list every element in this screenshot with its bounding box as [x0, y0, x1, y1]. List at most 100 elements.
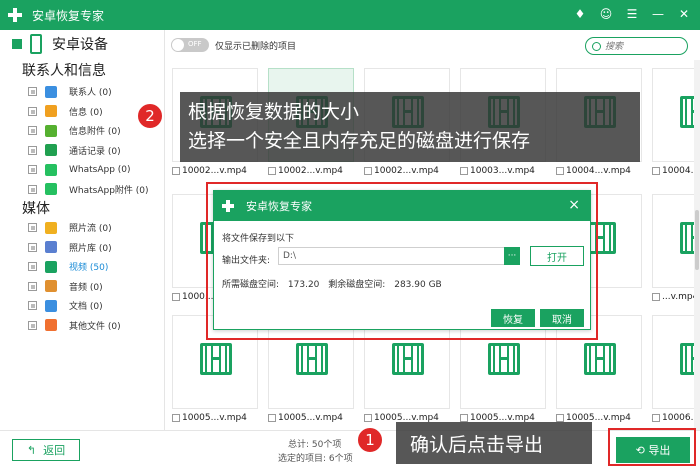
sidebar-item-checkbox[interactable] — [28, 165, 37, 175]
video-checkbox[interactable] — [268, 414, 276, 422]
sidebar-item[interactable]: 信息附件 (0) — [28, 121, 149, 141]
sidebar-item[interactable]: 音频 (0) — [28, 277, 121, 297]
menu-icon[interactable]: ☰ — [624, 6, 640, 22]
recover-button[interactable]: 恢复 — [491, 309, 535, 327]
sidebar-item-checkbox[interactable] — [28, 301, 37, 311]
video-checkbox[interactable] — [556, 414, 564, 422]
video-filename: 10005...v.mp4 — [182, 413, 247, 423]
sidebar-item-checkbox[interactable] — [28, 262, 37, 272]
sidebar-item-checkbox[interactable] — [28, 223, 37, 233]
video-caption[interactable]: 10006...v.mp4 — [652, 413, 695, 423]
sidebar-item-checkbox[interactable] — [28, 320, 37, 330]
section-heading-media: 媒体 — [22, 201, 50, 217]
video-caption[interactable]: 10004...v.mp4 — [652, 166, 695, 176]
remaining-space-label: 剩余磁盘空间: — [328, 280, 386, 290]
dialog-close-icon[interactable]: × — [568, 197, 580, 213]
sidebar-item[interactable]: WhatsApp附件 (0) — [28, 180, 149, 200]
video-checkbox[interactable] — [652, 167, 660, 175]
save-dialog: 安卓恢复专家 × 将文件保存到以下 输出文件夹: D:\ ··· 打开 所需磁盘… — [213, 190, 591, 330]
sidebar-item[interactable]: 文档 (0) — [28, 296, 121, 316]
scrollbar-thumb[interactable] — [695, 210, 699, 270]
grid-scrollbar[interactable] — [694, 60, 700, 430]
device-checkbox[interactable] — [12, 39, 22, 49]
video-checkbox[interactable] — [460, 167, 468, 175]
minimize-icon[interactable]: — — [650, 6, 666, 22]
video-caption[interactable]: 10004...v.mp4 — [556, 166, 631, 176]
vip-icon[interactable]: ♦ — [572, 6, 588, 22]
sidebar-item[interactable]: 信息 (0) — [28, 102, 149, 122]
video-filename: 10004...v.mp4 — [662, 166, 695, 176]
video-checkbox[interactable] — [268, 167, 276, 175]
video-filename: 10005...v.mp4 — [278, 413, 343, 423]
sidebar: 安卓设备 联系人和信息 联系人 (0) 信息 (0) 信息附件 (0) 通话记录 (0… — [0, 30, 165, 430]
sidebar-item-label: 音频 (0) — [69, 282, 103, 293]
video-checkbox[interactable] — [172, 167, 180, 175]
sidebar-item[interactable]: 照片流 (0) — [28, 218, 121, 238]
back-arrow-icon: ↰ — [26, 443, 44, 457]
video-checkbox[interactable] — [172, 414, 180, 422]
callout-2-line2: 选择一个安全且内存充足的磁盘进行保存 — [188, 130, 531, 152]
video-file-icon — [680, 343, 695, 375]
video-caption[interactable]: 10002...v.mp4 — [172, 166, 247, 176]
photo-library-icon — [45, 241, 57, 254]
top-bar: OFF 仅显示已删除的项目 — [165, 30, 700, 60]
sidebar-item[interactable]: WhatsApp (0) — [28, 160, 149, 180]
video-tile[interactable] — [652, 315, 695, 409]
back-label: 返回 — [43, 444, 66, 457]
video-caption[interactable]: ...v.mp4 — [652, 292, 695, 302]
sidebar-item-checkbox[interactable] — [28, 106, 37, 116]
chat-icon[interactable]: ☺ — [598, 6, 614, 22]
video-caption[interactable]: 10002...v.mp4 — [364, 166, 439, 176]
deleted-only-toggle[interactable]: OFF — [171, 38, 209, 52]
dialog-title-bar: 安卓恢复专家 × — [214, 191, 590, 221]
video-checkbox[interactable] — [652, 293, 660, 301]
video-checkbox[interactable] — [364, 414, 372, 422]
sidebar-item-label: 照片库 (0) — [69, 243, 112, 254]
video-checkbox[interactable] — [652, 414, 660, 422]
call-log-icon — [45, 144, 57, 157]
sidebar-item[interactable]: 通话记录 (0) — [28, 141, 149, 161]
video-filename: 10002...v.mp4 — [182, 166, 247, 176]
video-caption[interactable]: 10005...v.mp4 — [268, 413, 343, 423]
toggle-text: OFF — [188, 40, 202, 48]
sidebar-item-checkbox[interactable] — [28, 281, 37, 291]
sidebar-item[interactable]: 照片库 (0) — [28, 238, 121, 258]
attachment-icon — [45, 124, 57, 137]
device-row[interactable]: 安卓设备 — [12, 34, 108, 54]
callout-2-line1: 根据恢复数据的大小 — [188, 101, 360, 123]
audio-icon — [45, 280, 57, 293]
sidebar-item[interactable]: 联系人 (0) — [28, 82, 149, 102]
video-caption[interactable]: 10005...v.mp4 — [172, 413, 247, 423]
video-checkbox[interactable] — [364, 167, 372, 175]
video-tile[interactable] — [652, 194, 695, 288]
phone-icon — [30, 34, 42, 54]
sidebar-item[interactable]: 其他文件 (0) — [28, 316, 121, 336]
video-tile[interactable] — [652, 68, 695, 162]
sidebar-item-checkbox[interactable] — [28, 184, 37, 194]
messages-icon — [45, 105, 57, 118]
search-box[interactable] — [585, 37, 688, 55]
back-button[interactable]: ↰ 返回 — [12, 439, 80, 461]
video-checkbox[interactable] — [556, 167, 564, 175]
toggle-label: 仅显示已删除的项目 — [215, 41, 297, 52]
browse-button[interactable]: ··· — [504, 247, 520, 265]
sidebar-item[interactable]: 视频 (50) — [28, 257, 121, 277]
sidebar-item-checkbox[interactable] — [28, 145, 37, 155]
sidebar-item-checkbox[interactable] — [28, 87, 37, 97]
other-files-icon — [45, 319, 57, 332]
search-input[interactable] — [605, 41, 675, 51]
close-icon[interactable]: ✕ — [676, 6, 692, 22]
sidebar-item-checkbox[interactable] — [28, 126, 37, 136]
video-checkbox[interactable] — [172, 293, 180, 301]
sidebar-item-checkbox[interactable] — [28, 242, 37, 252]
video-filename: 10006...v.mp4 — [662, 413, 695, 423]
video-file-icon — [488, 343, 520, 375]
callout-step-2: 根据恢复数据的大小 选择一个安全且内存充足的磁盘进行保存 — [180, 92, 640, 162]
cancel-button[interactable]: 取消 — [540, 309, 584, 327]
video-caption[interactable]: 10002...v.mp4 — [268, 166, 343, 176]
video-checkbox[interactable] — [460, 414, 468, 422]
output-path-field[interactable]: D:\ — [278, 247, 518, 265]
video-caption[interactable]: 10003...v.mp4 — [460, 166, 535, 176]
video-filename: 10002...v.mp4 — [278, 166, 343, 176]
open-button[interactable]: 打开 — [530, 246, 584, 266]
